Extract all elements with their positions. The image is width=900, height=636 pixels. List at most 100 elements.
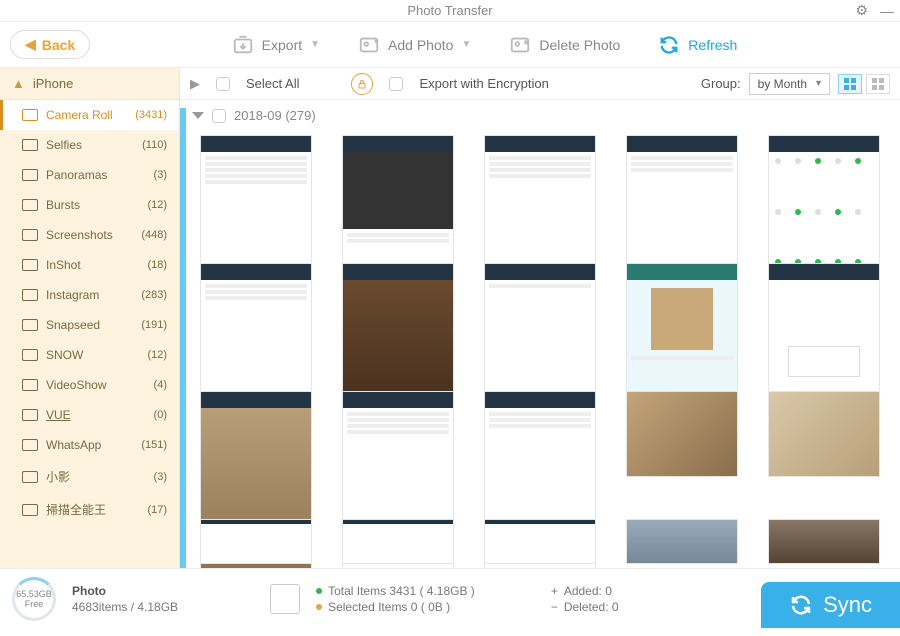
- play-icon[interactable]: ▶: [190, 76, 200, 92]
- storage-free-label: Free: [25, 599, 44, 609]
- sidebar-item-label: VideoShow: [46, 378, 107, 392]
- album-icon: [22, 349, 38, 361]
- sidebar-item-count: (3): [154, 169, 167, 181]
- content-panel: ▶ Select All Export with Encryption Grou…: [180, 68, 900, 568]
- sidebar-item[interactable]: Instagram (283): [0, 280, 179, 310]
- sidebar-device-header[interactable]: ▲ iPhone: [0, 68, 179, 100]
- sidebar-item-count: (17): [147, 504, 167, 516]
- album-icon: [22, 229, 38, 241]
- sidebar-item-label: Camera Roll: [46, 108, 113, 122]
- sidebar-item-label: SNOW: [46, 348, 83, 362]
- sidebar-item[interactable]: 小影(3): [0, 460, 179, 493]
- back-label: Back: [42, 37, 75, 53]
- list-icon: [270, 584, 300, 614]
- sidebar-item-count: (283): [141, 289, 167, 301]
- photo-thumb[interactable]: [200, 519, 312, 564]
- sidebar-item-label: WhatsApp: [46, 438, 101, 452]
- sidebar-item-count: (110): [142, 139, 167, 151]
- chevron-down-icon: ▼: [310, 39, 320, 50]
- album-icon: [22, 109, 38, 121]
- sidebar-item[interactable]: InShot(18): [0, 250, 179, 280]
- sidebar-item-label: Selfies: [46, 138, 82, 152]
- selection-stats: Total Items 3431 ( 4.18GB ) Selected Ite…: [316, 584, 475, 614]
- device-label: iPhone: [33, 76, 73, 91]
- plus-icon: +: [551, 584, 558, 598]
- sidebar: ▲ iPhone Camera Roll (3431) Selfies (110) Pa…: [0, 68, 180, 568]
- group-value: by Month: [758, 77, 807, 91]
- encryption-checkbox[interactable]: [389, 77, 403, 91]
- toolbar: ◀ Back Export ▼ Add Photo ▼ Delete Photo…: [0, 22, 900, 68]
- dot-icon: [316, 604, 322, 610]
- titlebar: Photo Transfer ⚙ —: [0, 0, 900, 22]
- main-area: ▲ iPhone Camera Roll (3431) Selfies (110) Pa…: [0, 68, 900, 568]
- sidebar-item-label: VUE: [46, 408, 71, 422]
- chevron-down-icon: ▼: [461, 39, 471, 50]
- minus-icon: −: [551, 600, 558, 614]
- sidebar-item[interactable]: SNOW (12): [0, 340, 179, 370]
- album-icon: [22, 379, 38, 391]
- sidebar-item-label: 掃描全能王: [46, 501, 106, 518]
- refresh-icon: [658, 34, 680, 56]
- export-icon: [232, 34, 254, 56]
- select-all-checkbox[interactable]: [216, 77, 230, 91]
- scroll-indicator: [180, 108, 186, 568]
- photo-thumb[interactable]: [626, 391, 738, 477]
- window-title: Photo Transfer: [407, 3, 492, 18]
- storage-ring: 65.53GB Free: [12, 577, 56, 621]
- date-group-header[interactable]: 2018-09 (279): [180, 100, 900, 131]
- sidebar-item-label: Bursts: [46, 198, 80, 212]
- delete-photo-label: Delete Photo: [539, 37, 620, 53]
- sync-button[interactable]: Sync: [761, 582, 900, 628]
- export-button[interactable]: Export ▼: [232, 34, 320, 56]
- sidebar-item[interactable]: VUE (0): [0, 400, 179, 430]
- photo-thumb[interactable]: [484, 519, 596, 564]
- photo-summary: Photo 4683items / 4.18GB: [72, 584, 178, 614]
- sidebar-item-count: (12): [147, 199, 167, 211]
- sidebar-item[interactable]: Panoramas (3): [0, 160, 179, 190]
- minimize-icon[interactable]: —: [880, 3, 894, 19]
- delete-photo-button[interactable]: Delete Photo: [509, 34, 620, 56]
- group-controls: Group: by Month ▼: [701, 73, 890, 95]
- group-select[interactable]: by Month ▼: [749, 73, 830, 95]
- sidebar-item-label: Panoramas: [46, 168, 107, 182]
- storage-total: 65.53GB: [16, 589, 52, 599]
- refresh-button[interactable]: Refresh: [658, 34, 737, 56]
- sync-icon: [789, 593, 813, 617]
- sidebar-item-count: (3431): [135, 109, 167, 121]
- sidebar-item-count: (12): [147, 349, 167, 361]
- album-icon: [22, 439, 38, 451]
- grid-view-button[interactable]: [838, 74, 862, 94]
- sidebar-item[interactable]: VideoShow(4): [0, 370, 179, 400]
- sidebar-item[interactable]: Snapseed(191): [0, 310, 179, 340]
- settings-icon[interactable]: ⚙: [855, 2, 868, 19]
- sidebar-item[interactable]: Selfies (110): [0, 130, 179, 160]
- photo-thumb[interactable]: [768, 391, 880, 477]
- sidebar-item[interactable]: Bursts (12): [0, 190, 179, 220]
- back-button[interactable]: ◀ Back: [10, 30, 90, 59]
- lock-icon[interactable]: [351, 73, 373, 95]
- album-icon: [22, 289, 38, 301]
- album-icon: [22, 319, 38, 331]
- album-icon: [22, 169, 38, 181]
- sidebar-item-label: Screenshots: [46, 228, 113, 242]
- sidebar-item[interactable]: Screenshots (448): [0, 220, 179, 250]
- total-items: Total Items 3431 ( 4.18GB ): [328, 584, 475, 598]
- sidebar-item[interactable]: 掃描全能王 (17): [0, 493, 179, 526]
- album-icon: [22, 259, 38, 271]
- list-view-button[interactable]: [866, 74, 890, 94]
- photo-thumb[interactable]: [768, 519, 880, 564]
- add-photo-button[interactable]: Add Photo ▼: [358, 34, 471, 56]
- photo-thumb[interactable]: [342, 519, 454, 564]
- chevron-down-icon: ▼: [814, 78, 823, 88]
- sidebar-item-count: (448): [141, 229, 167, 241]
- album-icon: [22, 471, 38, 483]
- select-all-label: Select All: [246, 76, 299, 91]
- sidebar-item[interactable]: Camera Roll (3431): [0, 100, 179, 130]
- photo-thumb[interactable]: [626, 519, 738, 564]
- delete-photo-icon: [509, 34, 531, 56]
- sidebar-item[interactable]: WhatsApp(151): [0, 430, 179, 460]
- group-checkbox[interactable]: [212, 109, 226, 123]
- sidebar-item-label: Instagram: [46, 288, 99, 302]
- dot-icon: [316, 588, 322, 594]
- sidebar-item-count: (0): [154, 409, 167, 421]
